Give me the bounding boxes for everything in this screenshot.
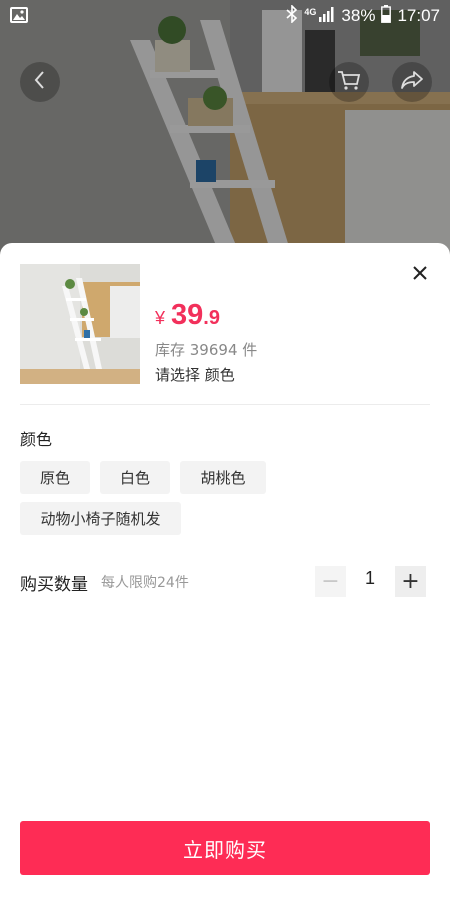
bluetooth-icon: [286, 3, 298, 28]
back-button[interactable]: [20, 62, 60, 102]
quantity-value[interactable]: 1: [355, 568, 385, 589]
signal-icon: [319, 6, 335, 27]
divider: [20, 404, 430, 405]
image-icon: [10, 7, 28, 23]
back-arrow-icon: [32, 70, 48, 94]
status-bar: 4G 38% 17:07: [0, 0, 450, 32]
quantity-title: 购买数量: [20, 575, 88, 595]
price-currency: ¥: [155, 308, 166, 328]
close-button[interactable]: [408, 263, 432, 287]
cart-button[interactable]: [329, 62, 369, 102]
share-icon: [400, 70, 424, 94]
selection-hint: 请选择 颜色: [155, 366, 235, 384]
color-option-animal-chair[interactable]: 动物小椅子随机发: [20, 502, 181, 535]
color-section-title: 颜色: [20, 430, 53, 449]
battery-percent: 38%: [341, 6, 376, 25]
stock-count: 库存 39694 件: [155, 341, 258, 359]
buy-now-button[interactable]: 立即购买: [20, 821, 430, 875]
color-option-original[interactable]: 原色: [20, 461, 90, 494]
price: ¥ 39 .9: [155, 299, 220, 332]
price-integer: 39: [171, 299, 204, 331]
network-type: 4G: [304, 7, 317, 17]
product-thumbnail: [20, 264, 140, 384]
quantity-limit: 每人限购24件: [101, 575, 189, 591]
cart-icon: [337, 69, 361, 95]
battery-icon: [381, 4, 392, 28]
color-option-walnut[interactable]: 胡桃色: [180, 461, 266, 494]
quantity-increase-button[interactable]: +: [395, 566, 426, 597]
color-option-white[interactable]: 白色: [100, 461, 170, 494]
close-icon: [412, 265, 428, 285]
share-button[interactable]: [392, 62, 432, 102]
clock: 17:07: [397, 6, 440, 25]
price-decimal: .9: [203, 307, 220, 329]
overlay-dim[interactable]: [0, 0, 450, 270]
quantity-decrease-button[interactable]: −: [315, 566, 346, 597]
sku-selection-sheet: ¥ 39 .9 库存 39694 件 请选择 颜色 颜色 原色 白色 胡桃色 动…: [0, 243, 450, 900]
